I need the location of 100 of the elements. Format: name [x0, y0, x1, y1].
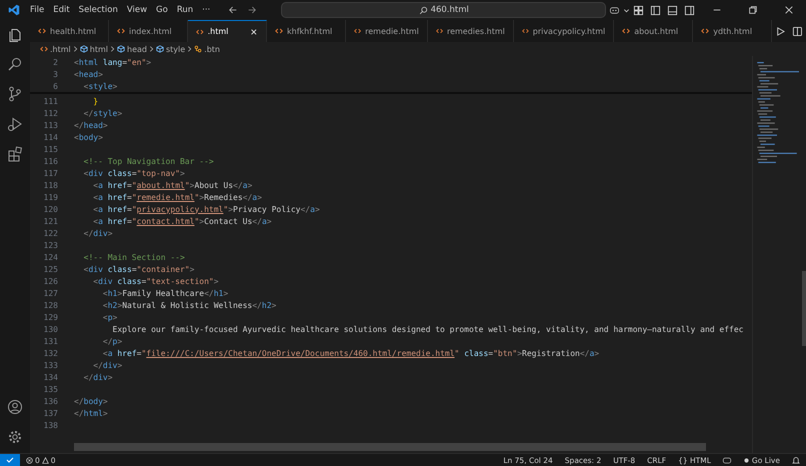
search-icon — [418, 6, 428, 14]
line-number: 119 — [42, 192, 58, 202]
code-line: </head> — [74, 120, 108, 130]
code-file-icon — [38, 27, 46, 35]
editor-tab[interactable]: health.html — [30, 20, 109, 42]
menu-item[interactable]: File — [30, 5, 44, 15]
line-number: 136 — [42, 396, 58, 406]
line-number: 132 — [42, 348, 58, 358]
vertical-scrollbar[interactable] — [802, 271, 806, 346]
menu-item[interactable]: Go — [156, 5, 168, 15]
search-icon[interactable] — [7, 56, 23, 72]
breadcrumb-item[interactable]: head — [117, 44, 147, 54]
close-icon[interactable] — [250, 28, 258, 36]
close-icon[interactable] — [784, 5, 794, 15]
account-icon[interactable] — [7, 399, 23, 415]
code-line: <a href="file:///C:/Users/Chetan/OneDrive/Documents/460.html/remedie.html" class="btn">Registration</a> — [102, 348, 600, 358]
settings-icon[interactable] — [7, 429, 23, 445]
line-number: 111 — [42, 96, 58, 106]
code-line: </html> — [74, 408, 108, 418]
code-line: </body> — [74, 396, 108, 406]
run-debug-icon[interactable] — [7, 116, 23, 132]
forward-arrow-icon[interactable] — [247, 5, 258, 15]
split-editor-icon[interactable] — [792, 26, 803, 36]
remote-icon[interactable] — [0, 454, 20, 466]
menu-item[interactable]: ··· — [202, 5, 210, 15]
line-number: 126 — [42, 276, 58, 286]
code-line: Explore our family-focused Ayurvedic healthcare solutions designed to promote well-being, vitality, and harmony—naturally and effec — [112, 324, 744, 334]
code-line: <!-- Top Navigation Bar --> — [82, 156, 214, 166]
line-number: 122 — [42, 228, 58, 238]
code-line: </div> — [82, 228, 113, 238]
editor-tab[interactable]: remedies.html — [428, 20, 514, 42]
line-number: 131 — [42, 336, 58, 346]
editor-tab[interactable]: .html — [188, 20, 267, 42]
line-number: 114 — [42, 132, 58, 142]
extensions-icon[interactable] — [7, 146, 23, 162]
code-line: </div> — [92, 360, 122, 370]
panel-toggle-icon[interactable] — [667, 4, 678, 16]
back-arrow-icon[interactable] — [228, 5, 238, 15]
selector-icon — [194, 45, 202, 53]
caret-icon[interactable] — [623, 6, 630, 14]
chevron-icon — [72, 45, 78, 53]
menu-item[interactable]: Selection — [78, 5, 118, 15]
editor-tab[interactable]: about.html — [614, 20, 694, 42]
chevron-icon — [148, 45, 154, 53]
code-line: <a href="about.html">About Us</a> — [92, 180, 252, 190]
menu-item[interactable]: Run — [176, 5, 194, 15]
code-line: </style> — [82, 108, 122, 118]
restore-icon[interactable] — [748, 5, 758, 15]
code-line: <head> — [74, 70, 103, 78]
code-line: <div class="text-section"> — [92, 276, 219, 286]
code-line: <a href="remedie.html">Remedies</a> — [92, 192, 262, 202]
line-number: 133 — [42, 360, 58, 370]
editor-tab[interactable]: remedie.html — [346, 20, 428, 42]
menu-item[interactable]: Edit — [53, 5, 70, 15]
line-number: 118 — [42, 180, 58, 190]
search-field[interactable]: 460.html — [281, 2, 606, 18]
line-number: 2 — [52, 58, 58, 66]
line-number: 121 — [42, 216, 58, 226]
line-number: 138 — [42, 420, 58, 430]
bell-icon[interactable] — [791, 456, 801, 464]
code-file-icon — [275, 27, 283, 35]
sidebar-toggle-icon[interactable] — [650, 4, 662, 16]
secondary-sidebar-icon[interactable] — [684, 4, 696, 16]
code-file-icon — [436, 27, 443, 35]
error-icon — [26, 456, 33, 464]
editor-tab[interactable]: privacypolicy.html — [514, 20, 614, 42]
code-line: <!-- Main Section --> — [82, 252, 185, 262]
menu-item[interactable]: View — [126, 5, 148, 15]
breadcrumb-item[interactable]: html — [80, 44, 108, 54]
cube-icon — [80, 45, 88, 53]
breadcrumb-item[interactable]: style — [156, 44, 186, 54]
chevron-icon — [110, 45, 115, 53]
cube-icon — [117, 45, 125, 53]
files-icon[interactable] — [7, 26, 23, 42]
line-number: 6 — [52, 82, 58, 90]
code-line: <h1>Family Healthcare</h1> — [102, 288, 228, 298]
breadcrumb-item[interactable]: .html — [40, 44, 71, 54]
broadcast-icon — [742, 456, 750, 464]
run-icon[interactable] — [775, 26, 786, 36]
line-number: 113 — [42, 120, 58, 130]
code-line: <h2>Natural & Holistic Wellness</h2> — [102, 300, 276, 310]
line-number: 115 — [42, 144, 58, 154]
chevron-icon — [187, 45, 192, 53]
layout-icon[interactable] — [633, 4, 644, 16]
code-line: <html lang="en"> — [74, 58, 152, 66]
breadcrumb-item[interactable]: .btn — [194, 44, 220, 54]
editor-tab[interactable]: khfkhf.html — [267, 20, 346, 42]
line-number: 3 — [52, 70, 58, 78]
editor-tab[interactable]: ydth.html — [693, 20, 772, 42]
code-line: <style> — [82, 82, 118, 90]
horizontal-scrollbar[interactable] — [74, 443, 706, 451]
code-line: <div class="container"> — [82, 264, 194, 274]
code-file-icon — [622, 27, 630, 35]
code-file-icon — [117, 27, 125, 35]
line-number: 135 — [42, 384, 58, 394]
line-number: 116 — [42, 156, 58, 166]
line-number: 112 — [42, 108, 58, 118]
code-line: <a href="contact.html">Contact Us</a> — [92, 216, 272, 226]
source-control-icon[interactable] — [7, 86, 23, 102]
code-line: <body> — [74, 132, 103, 142]
